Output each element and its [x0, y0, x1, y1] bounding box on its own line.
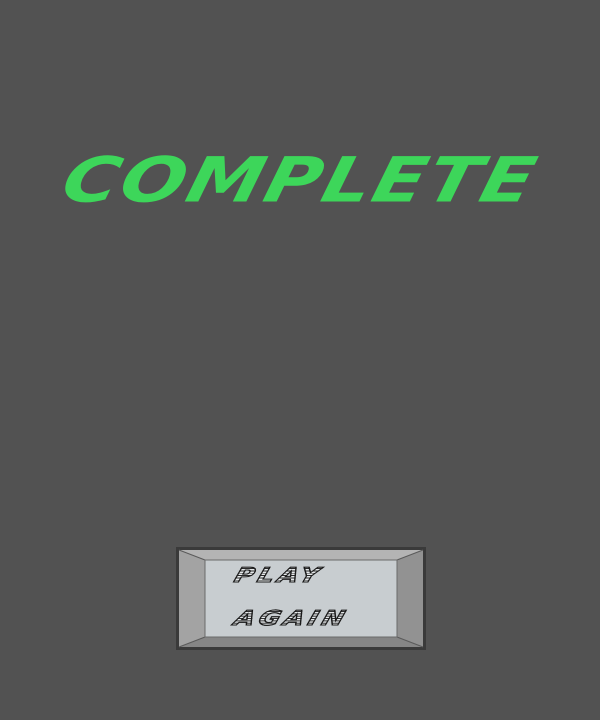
complete-title: COMPLETE — [0, 139, 600, 221]
button-bevel-top — [179, 550, 423, 560]
game-over-screen: COMPLETE PLAY AGAIN — [0, 0, 600, 720]
button-bevel-right — [397, 550, 423, 647]
play-again-label-line2: AGAIN — [231, 607, 353, 632]
button-bevel-bottom — [179, 637, 423, 647]
button-bevel-left — [179, 550, 205, 647]
complete-title-text: COMPLETE — [55, 143, 546, 217]
play-again-button[interactable]: PLAY AGAIN — [175, 546, 427, 651]
play-again-label-line1: PLAY — [231, 564, 327, 589]
play-again-button-frame — [176, 547, 426, 650]
